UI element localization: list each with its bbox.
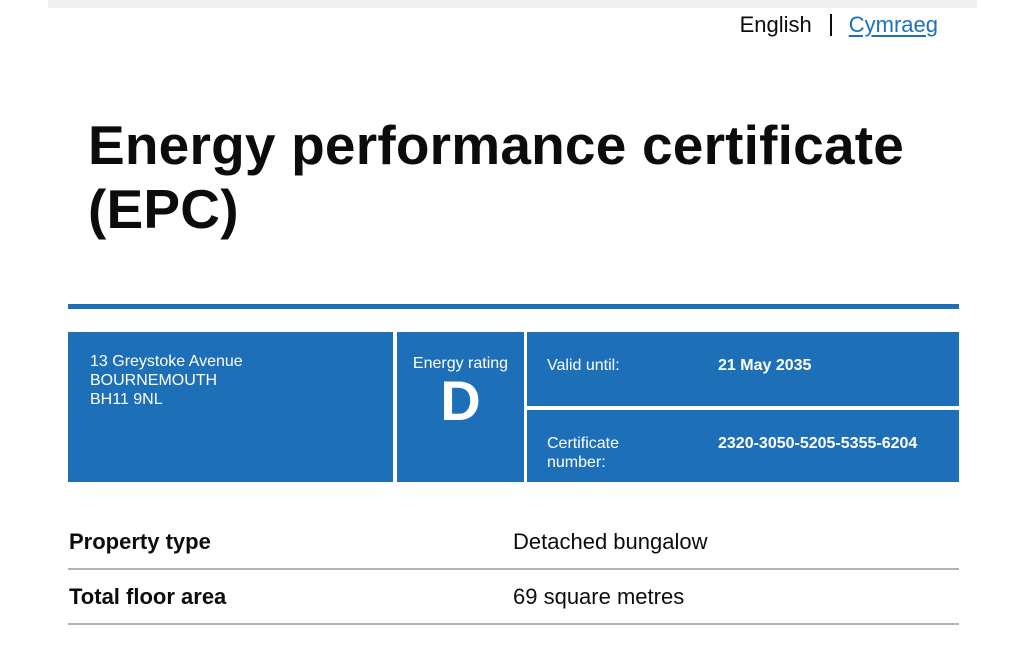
- address-line: BOURNEMOUTH: [90, 372, 218, 389]
- address-line: 13 Greystoke Avenue: [90, 353, 243, 370]
- address-block: 13 Greystoke Avenue BOURNEMOUTH BH11 9NL: [68, 332, 393, 482]
- summary-key: Property type: [69, 529, 211, 554]
- energy-rating-block: Energy rating D: [397, 332, 524, 482]
- summary-row-floor-area: Total floor area 69 square metres: [68, 569, 959, 625]
- summary-row-property-type: Property type Detached bungalow: [68, 514, 959, 570]
- language-switcher: English Cymraeg: [740, 10, 938, 40]
- section-divider: [68, 304, 959, 309]
- language-divider: [829, 14, 832, 36]
- epc-summary-panel: 13 Greystoke Avenue BOURNEMOUTH BH11 9NL…: [68, 332, 959, 482]
- valid-until-label: Valid until:: [547, 357, 620, 374]
- language-link-welsh[interactable]: Cymraeg: [849, 12, 938, 38]
- summary-value: Detached bungalow: [513, 529, 708, 554]
- valid-until-value: 21 May 2035: [718, 357, 812, 374]
- certificate-number-value: 2320-3050-5205-5355-6204: [718, 435, 918, 452]
- energy-rating-letter: D: [440, 369, 481, 432]
- certificate-number-label: Certificate number:: [547, 435, 620, 471]
- header-strip: [48, 0, 977, 8]
- valid-until-block: Valid until: 21 May 2035: [527, 332, 959, 406]
- summary-value: 69 square metres: [513, 584, 685, 609]
- address-line: BH11 9NL: [90, 391, 163, 408]
- language-current: English: [739, 12, 812, 37]
- certificate-number-block: Certificate number: 2320-3050-5205-5355-…: [527, 410, 959, 482]
- page-title: Energy performance certificate (EPC): [88, 114, 905, 240]
- summary-key: Total floor area: [69, 584, 227, 609]
